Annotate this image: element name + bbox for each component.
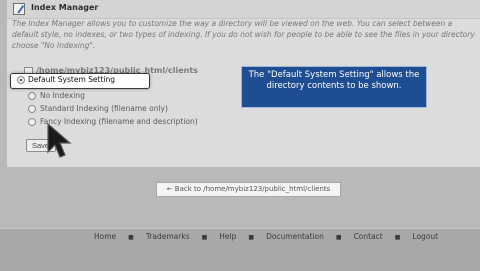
footer-separator: ■ — [335, 234, 342, 241]
footer-link-trademarks[interactable]: Trademarks — [146, 232, 190, 241]
footer-link-help[interactable]: Help — [219, 232, 236, 241]
option-label-default: Default System Setting — [28, 75, 115, 84]
page-header: Index Manager — [7, 0, 480, 19]
footer-link-contact[interactable]: Contact — [354, 232, 383, 241]
footer-separator: ■ — [201, 234, 208, 241]
footer-separator: ■ — [394, 234, 401, 241]
footer-link-home[interactable]: Home — [94, 232, 116, 241]
footer-link-documentation[interactable]: Documentation — [266, 232, 324, 241]
radio-default-system-setting[interactable] — [17, 76, 25, 84]
footer-separator: ■ — [128, 234, 134, 241]
footer-link-logout[interactable]: Logout — [412, 232, 438, 241]
page-description: The Index Manager allows you to customiz… — [12, 19, 475, 50]
page-title: Index Manager — [31, 3, 99, 12]
radio-fancy-indexing[interactable] — [28, 118, 36, 126]
option-label-standard: Standard Indexing (filename only) — [40, 104, 168, 113]
mouse-pointer-icon — [47, 122, 72, 158]
radio-standard-indexing[interactable] — [28, 105, 36, 113]
index-manager-icon — [13, 3, 25, 15]
footer-nav: Home ■ Trademarks ■ Help ■ Documentation ■ Conta… — [94, 232, 438, 241]
info-tooltip: The "Default System Setting" allows the … — [241, 66, 427, 108]
back-link[interactable]: ← Back to /home/mybiz123/public_html/cli… — [156, 182, 341, 197]
footer-separator: ■ — [248, 234, 255, 241]
option-label-no-indexing: No Indexing — [40, 91, 85, 100]
radio-no-indexing[interactable] — [28, 92, 36, 100]
